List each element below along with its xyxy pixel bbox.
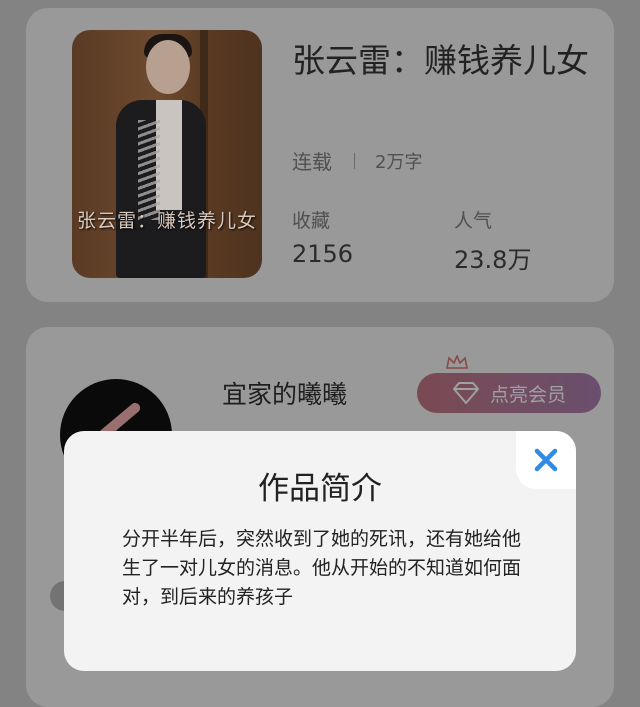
modal-title: 作品简介 [258,471,382,507]
vip-button-label: 点亮会员 [489,383,566,406]
popularity-label: 人气 [454,210,493,232]
cover-figure-head [146,40,190,94]
book-word-count: 2万字 [375,151,423,173]
cover-title-text: 张云雷：赚钱养儿女 [76,210,257,232]
book-card: 张云雷：赚钱养儿女 张云雷：赚钱养儿女 连载 2万字 收藏 2156 人气 23… [26,8,614,302]
diamond-icon [452,382,479,404]
synopsis-modal: 作品简介 分开半年后，突然收到了她的死讯，还有她给他生了一对儿女的消息。他从开始… [64,431,576,671]
vip-button[interactable]: 点亮会员 [417,373,601,413]
meta-divider [354,152,355,169]
book-status: 连载 [292,150,332,174]
book-meta: 连载 2万字 [292,146,422,175]
author-name[interactable]: 宜家的曦曦 [222,375,347,411]
modal-body-text: 分开半年后，突然收到了她的死讯，还有她给他生了一对儿女的消息。他从开始的不知道如… [122,528,522,608]
cover-embroidery [138,120,160,220]
popularity-value: 23.8万 [454,246,532,274]
favorites-label: 收藏 [292,210,331,232]
crown-icon [446,355,468,369]
book-title: 张云雷：赚钱养儿女 [292,41,589,80]
favorites-value: 2156 [292,240,354,268]
book-cover[interactable]: 张云雷：赚钱养儿女 [72,30,262,278]
